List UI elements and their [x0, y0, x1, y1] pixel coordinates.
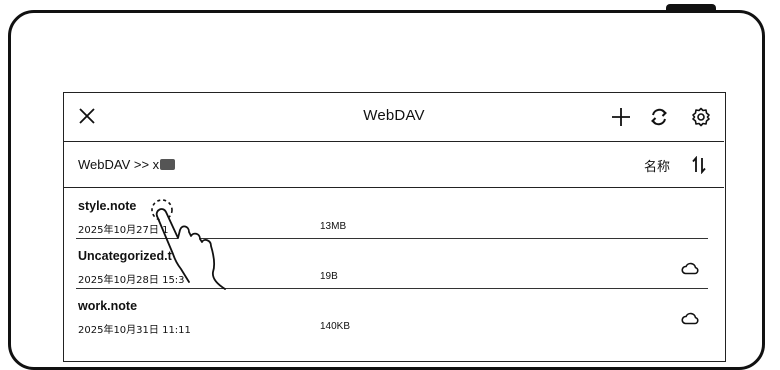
file-name: work.note	[78, 299, 138, 313]
file-name: style.note	[78, 199, 137, 213]
file-size: 19B	[320, 271, 338, 282]
cloud-icon[interactable]	[681, 311, 699, 325]
sort-by-label[interactable]: 名称	[644, 156, 670, 175]
tap-gesture-hand-icon	[143, 190, 243, 295]
file-date: 2025年10月31日 11:11	[78, 325, 191, 336]
dialog-titlebar: WebDAV	[64, 93, 724, 142]
breadcrumb-bar: WebDAV >> x 名称	[64, 142, 724, 188]
power-button	[666, 4, 716, 12]
list-item[interactable]: work.note 2025年10月31日 11:11 140KB	[64, 289, 724, 339]
plus-icon[interactable]	[611, 107, 631, 127]
file-size: 140KB	[320, 321, 351, 332]
file-size: 13MB	[320, 221, 347, 232]
breadcrumb-text: WebDAV >> x	[78, 157, 160, 172]
breadcrumb[interactable]: WebDAV >> x	[78, 157, 176, 172]
sort-arrows-icon[interactable]	[690, 156, 708, 174]
sync-icon[interactable]	[649, 107, 669, 127]
redacted-folder-name	[160, 159, 176, 170]
cloud-icon[interactable]	[681, 261, 699, 275]
gear-icon[interactable]	[691, 107, 711, 127]
